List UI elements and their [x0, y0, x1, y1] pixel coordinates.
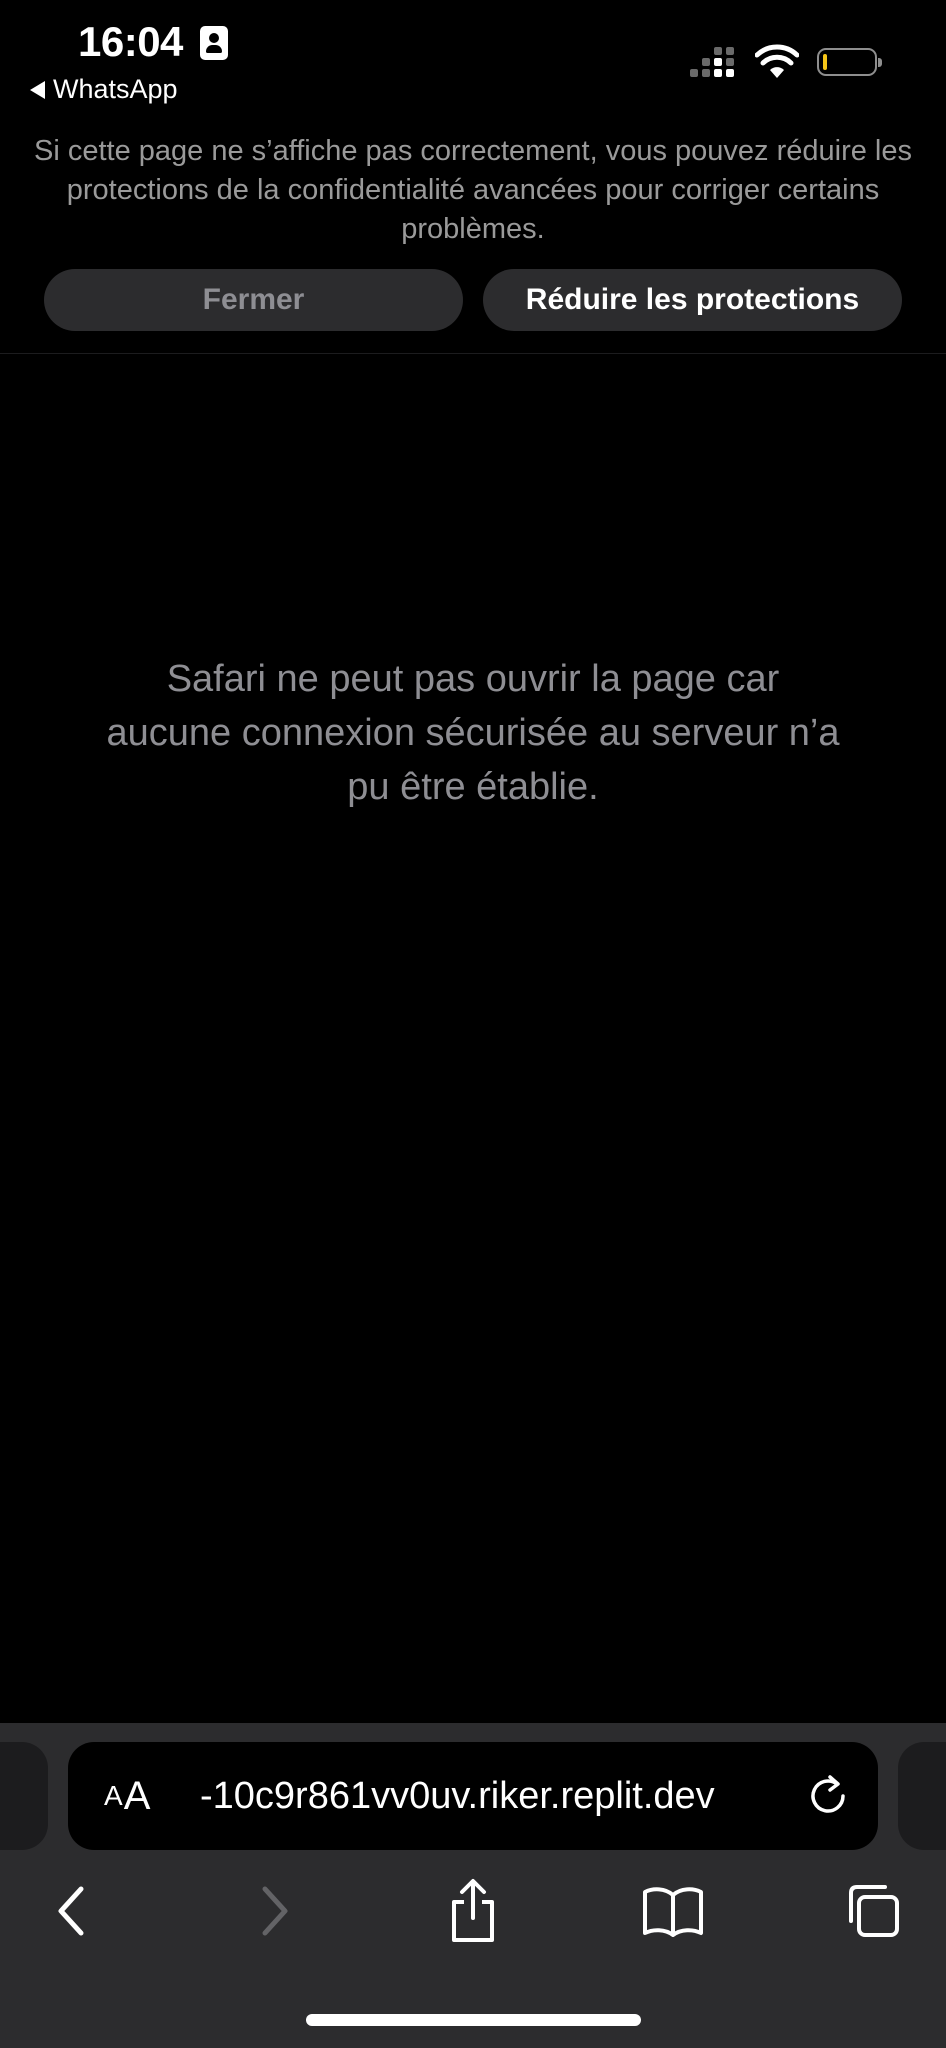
next-tab-card[interactable] — [898, 1742, 946, 1850]
tabs-button[interactable] — [838, 1876, 908, 1946]
tabs-icon — [849, 1885, 899, 1937]
back-app-label: WhatsApp — [53, 74, 178, 104]
chevron-left-icon — [58, 1886, 84, 1936]
privacy-notice-text: Si cette page ne s’affiche pas correctem… — [33, 135, 912, 245]
share-icon — [452, 1879, 494, 1942]
url-text[interactable]: -10c9r861vv0uv.riker.replit.dev — [200, 1742, 790, 1850]
status-time: 16:04 — [78, 18, 183, 65]
contact-card-icon — [200, 26, 228, 60]
previous-tab-card[interactable] — [0, 1742, 48, 1850]
error-message: Safari ne peut pas ouvrir la page car au… — [106, 658, 840, 808]
forward-button[interactable] — [240, 1876, 310, 1946]
close-button[interactable]: Fermer — [44, 269, 463, 331]
reload-icon[interactable] — [804, 1772, 852, 1820]
back-to-app-button[interactable]: WhatsApp — [30, 74, 178, 105]
battery-icon — [817, 48, 882, 76]
home-indicator[interactable] — [306, 2014, 641, 2026]
reduce-protections-button[interactable]: Réduire les protections — [483, 269, 902, 331]
wifi-icon — [755, 44, 799, 78]
address-bar[interactable]: AA -10c9r861vv0uv.riker.replit.dev — [68, 1742, 878, 1850]
share-button[interactable] — [438, 1876, 508, 1946]
battery-level — [823, 54, 827, 70]
banner-divider — [0, 353, 946, 354]
back-button[interactable] — [36, 1876, 106, 1946]
book-icon — [643, 1887, 703, 1937]
cellular-signal-icon — [690, 47, 740, 79]
bookmarks-button[interactable] — [638, 1876, 708, 1946]
chevron-right-icon — [262, 1886, 288, 1936]
page-settings-button[interactable]: AA — [104, 1742, 150, 1850]
back-arrow-icon — [30, 80, 45, 99]
status-bar: 16:04 WhatsApp — [0, 0, 946, 115]
